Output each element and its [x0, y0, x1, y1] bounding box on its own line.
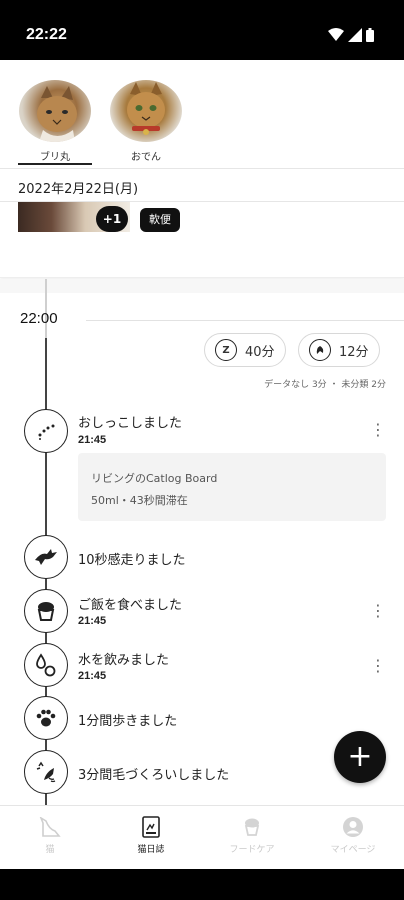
stool-tag: 軟便 — [140, 208, 180, 232]
event-title: 10秒感走りました — [78, 553, 186, 568]
running-cat-icon — [24, 535, 68, 579]
event-title: ご飯を食べました — [78, 598, 183, 613]
previous-entry-card[interactable]: +1 軟便 — [0, 202, 404, 278]
event-menu-button[interactable]: ⋮ — [370, 658, 386, 674]
time-section-label: 22:00 — [20, 310, 58, 327]
avatar — [110, 80, 182, 142]
status-time: 22:22 — [26, 26, 67, 43]
section-divider — [0, 279, 404, 293]
cat-name: おでん — [131, 152, 161, 163]
event-title: 水を飲みました — [78, 653, 170, 668]
event-title: おしっこしました — [78, 416, 183, 431]
battery-icon — [366, 28, 374, 42]
event-menu-button[interactable]: ⋮ — [370, 422, 386, 438]
nav-cat[interactable]: 猫 — [0, 816, 100, 855]
event-time: 21:45 — [78, 434, 107, 446]
cat-tab-oden[interactable]: おでん — [108, 80, 184, 163]
water-drop-icon — [24, 643, 68, 687]
event-title: 3分間毛づくろいしました — [78, 768, 230, 783]
system-navigation-bar — [0, 869, 404, 900]
nav-label: フードケア — [229, 845, 275, 855]
status-bar: 22:22 — [0, 0, 404, 60]
cat-name: ブリ丸 — [40, 152, 70, 163]
more-photos-badge: +1 — [96, 206, 128, 232]
nav-my-page[interactable]: マイページ — [303, 816, 403, 855]
date-header[interactable]: 2022年2月22日(月) — [0, 168, 404, 202]
detail-location: リビングのCatlog Board — [91, 472, 218, 485]
sleep-icon: Z — [215, 339, 237, 361]
nav-label: マイページ — [330, 845, 376, 855]
wifi-icon — [328, 28, 344, 41]
grooming-icon — [24, 750, 68, 794]
nav-diary[interactable]: 猫日誌 — [101, 816, 201, 855]
profile-icon — [342, 816, 364, 838]
event-title: 1分間歩きました — [78, 714, 178, 729]
sleep-stat-value: 40分 — [245, 344, 275, 360]
selected-cat-indicator — [18, 163, 92, 165]
cat-icon — [39, 816, 61, 838]
urine-icon — [24, 409, 68, 453]
rest-stat-pill[interactable]: 12分 — [298, 333, 380, 367]
avatar — [19, 80, 91, 142]
paw-icon — [24, 696, 68, 740]
rest-stat-value: 12分 — [339, 344, 369, 360]
time-section-rule — [86, 320, 404, 321]
sleep-stat-pill[interactable]: Z 40分 — [204, 333, 286, 367]
food-care-icon — [241, 816, 263, 838]
diary-icon — [140, 816, 162, 838]
event-time: 21:45 — [78, 670, 107, 682]
detail-amount: 50ml・43秒間滞在 — [91, 494, 188, 507]
bottom-navigation: 猫 猫日誌 フードケア マイページ — [0, 805, 404, 869]
nav-label: 猫 — [45, 845, 55, 855]
event-time: 21:45 — [78, 615, 107, 627]
event-menu-button[interactable]: ⋮ — [370, 603, 386, 619]
signal-icon — [348, 28, 362, 42]
add-entry-button[interactable]: + — [334, 731, 386, 783]
nav-food-care[interactable]: フードケア — [202, 816, 302, 855]
unclassified-summary: データなし 3分 ・ 未分類 2分 — [264, 380, 386, 390]
food-bowl-icon — [24, 589, 68, 633]
cat-selector: ブリ丸 おでん — [0, 60, 404, 168]
status-icons — [328, 28, 374, 42]
nav-label: 猫日誌 — [137, 845, 165, 855]
cat-tab-buri[interactable]: ブリ丸 — [17, 80, 93, 163]
date-text: 2022年2月22日(月) — [18, 182, 139, 197]
event-detail-card[interactable]: リビングのCatlog Board 50ml・43秒間滞在 — [78, 453, 386, 521]
rest-icon — [309, 339, 331, 361]
